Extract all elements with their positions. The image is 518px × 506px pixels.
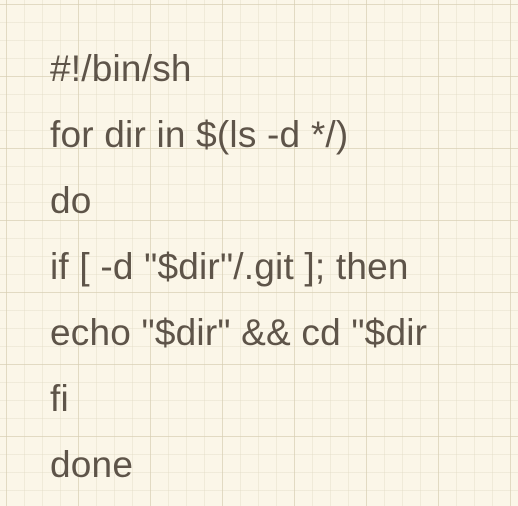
note-canvas[interactable]: #!/bin/sh for dir in $(ls -d */) do if [… (0, 0, 518, 506)
code-line-fi: fi (50, 378, 69, 419)
code-line-do: do (50, 180, 92, 221)
code-block[interactable]: #!/bin/sh for dir in $(ls -d */) do if [… (50, 36, 427, 498)
code-line-done: done (50, 444, 134, 485)
code-line-if-test: if [ -d "$dir"/.git ]; then (50, 246, 409, 287)
code-line-for-loop: for dir in $(ls -d */) (50, 114, 349, 155)
code-line-shebang: #!/bin/sh (50, 48, 192, 89)
code-line-echo-cd: echo "$dir" && cd "$dir (50, 312, 428, 353)
